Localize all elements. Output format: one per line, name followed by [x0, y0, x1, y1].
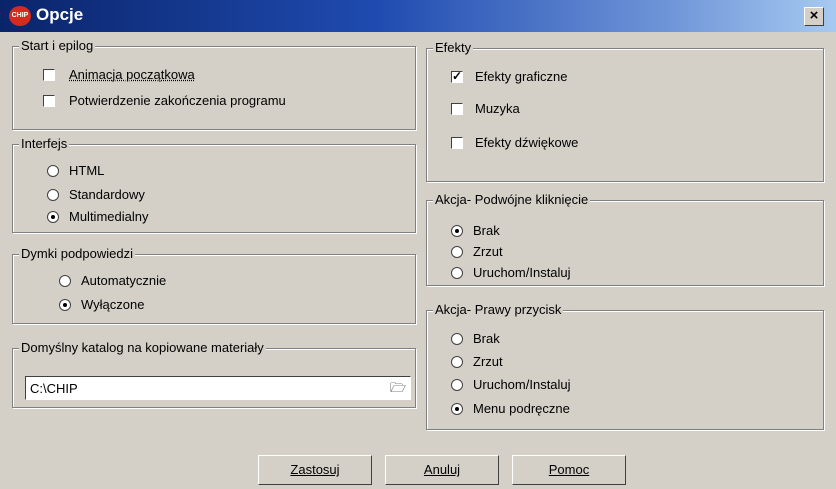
radio-label: Zrzut	[473, 244, 503, 259]
directory-path-input[interactable]: C:\CHIP 🗁	[25, 376, 411, 400]
cancel-button-label: Anuluj	[423, 462, 461, 477]
apply-button[interactable]: Zastosuj	[258, 455, 372, 485]
group-prawy-przycisk: Akcja- Prawy przycisk Brak Zrzut Uruchom…	[426, 302, 824, 430]
folder-open-icon[interactable]: 🗁	[389, 379, 407, 397]
radio-circle[interactable]	[47, 189, 59, 201]
radio-circle[interactable]	[451, 267, 463, 279]
radio-label: Menu podręczne	[473, 401, 570, 416]
group-title: Dymki podpowiedzi	[19, 246, 135, 261]
radio-label: Brak	[473, 223, 500, 238]
help-button[interactable]: Pomoc	[512, 455, 626, 485]
cancel-button[interactable]: Anuluj	[385, 455, 499, 485]
help-button-label: Pomoc	[548, 462, 590, 477]
checkbox-label: Muzyka	[475, 101, 520, 116]
close-button[interactable]: ×	[804, 7, 824, 26]
group-title: Akcja- Podwójne kliknięcie	[433, 192, 591, 207]
group-katalog: Domyślny katalog na kopiowane materiały …	[12, 340, 416, 408]
checkbox-label: Animacja początkowa	[69, 67, 195, 82]
radio-selected-dot	[63, 303, 67, 307]
checkbox-box[interactable]	[451, 137, 463, 149]
radio-label: Uruchom/Instaluj	[473, 265, 571, 280]
radio-circle[interactable]	[451, 356, 463, 368]
apply-button-label: Zastosuj	[290, 462, 340, 477]
group-title: Akcja- Prawy przycisk	[433, 302, 564, 317]
group-title: Start i epilog	[19, 38, 96, 53]
radio-circle[interactable]	[47, 211, 59, 223]
radio-circle[interactable]	[451, 246, 463, 258]
group-interfejs: Interfejs HTML Standardowy Multimedialny	[12, 136, 416, 233]
group-dymki: Dymki podpowiedzi Automatycznie Wyłączon…	[12, 246, 416, 324]
group-start-epilog: Start i epilog Animacja początkowa Potwi…	[12, 38, 416, 130]
title-bar[interactable]: CHIP Opcje ×	[0, 0, 836, 32]
group-title: Domyślny katalog na kopiowane materiały	[19, 340, 266, 355]
checkbox-label: Efekty graficzne	[475, 69, 568, 84]
radio-circle[interactable]	[451, 379, 463, 391]
checkbox-box[interactable]	[43, 69, 55, 81]
checkmark-icon: ✓	[452, 69, 463, 83]
radio-circle[interactable]	[59, 299, 71, 311]
checkbox-label: Efekty dźwiękowe	[475, 135, 579, 150]
radio-circle[interactable]	[47, 165, 59, 177]
radio-label: Multimedialny	[69, 209, 149, 224]
radio-selected-dot	[455, 229, 459, 233]
checkbox-label: Potwierdzenie zakończenia programu	[69, 93, 286, 108]
radio-label: Uruchom/Instaluj	[473, 377, 571, 392]
group-podwojne-klikniecie: Akcja- Podwójne kliknięcie Brak Zrzut Ur…	[426, 192, 824, 286]
group-title: Interfejs	[19, 136, 70, 151]
radio-label: HTML	[69, 163, 105, 178]
checkbox-box[interactable]	[43, 95, 55, 107]
radio-selected-dot	[51, 215, 55, 219]
radio-circle[interactable]	[451, 403, 463, 415]
group-efekty: Efekty ✓ Efekty graficzne Muzyka Efekty …	[426, 40, 824, 182]
directory-path-value: C:\CHIP	[30, 381, 78, 396]
radio-circle[interactable]	[59, 275, 71, 287]
chip-app-icon: CHIP	[9, 6, 31, 26]
radio-selected-dot	[455, 407, 459, 411]
radio-label: Automatycznie	[81, 273, 167, 288]
radio-label: Standardowy	[69, 187, 145, 202]
window-title: Opcje	[36, 5, 84, 24]
radio-circle[interactable]	[451, 225, 463, 237]
checkbox-box[interactable]	[451, 103, 463, 115]
radio-label: Wyłączone	[81, 297, 145, 312]
radio-label: Zrzut	[473, 354, 503, 369]
radio-label: Brak	[473, 331, 500, 346]
checkbox-box[interactable]: ✓	[451, 69, 463, 83]
options-dialog: CHIP Opcje × Start i epilog Animacja poc…	[0, 0, 836, 489]
radio-circle[interactable]	[451, 333, 463, 345]
group-title: Efekty	[433, 40, 474, 55]
